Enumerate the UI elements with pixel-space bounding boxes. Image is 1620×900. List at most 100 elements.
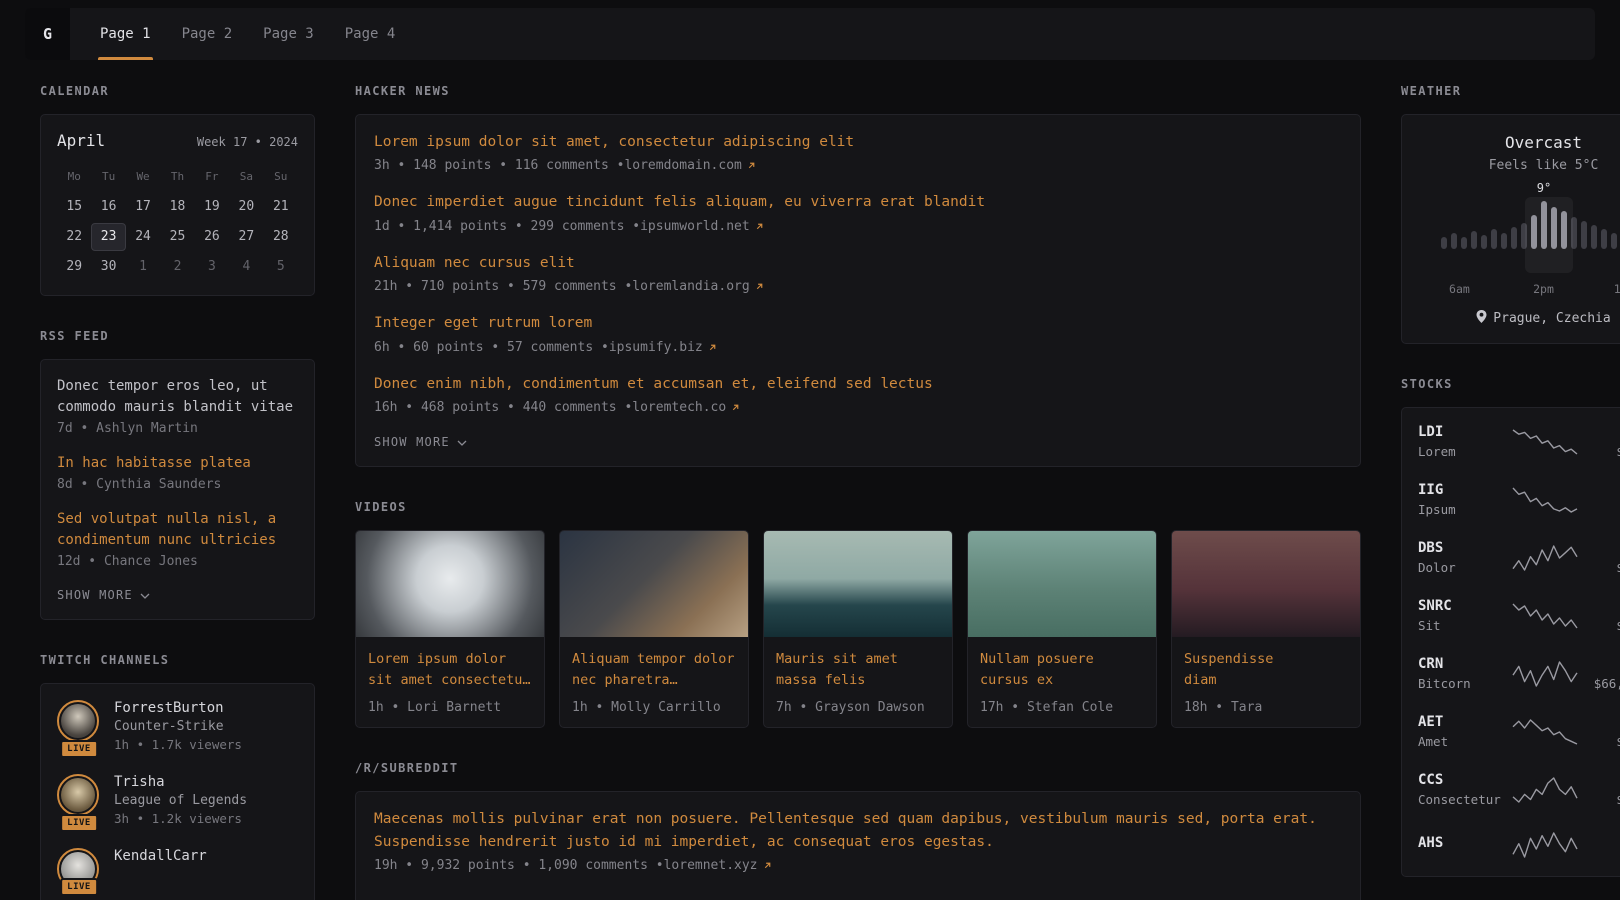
rss-item-title[interactable]: In hac habitasse platea xyxy=(57,453,298,474)
stock-sparkline xyxy=(1512,543,1578,573)
live-badge: LIVE xyxy=(60,740,98,758)
stock-values: +0.46% xyxy=(1587,836,1620,855)
rss-show-more-button[interactable]: SHOW MORE xyxy=(57,588,150,602)
video-card[interactable]: Nullam posuere cursus ex 17h • Stefan Co… xyxy=(967,530,1157,728)
hn-item-domain[interactable]: ipsumworld.net xyxy=(640,219,750,234)
channel-name[interactable]: Trisha xyxy=(114,774,165,790)
twitch-channel[interactable]: LIVE KendallCarr xyxy=(57,848,298,890)
dashboard-grid: CALENDAR April Week 17 • 2024 Mo Tu We T… xyxy=(0,60,1620,900)
video-card[interactable]: Mauris sit amet massa felis 7h • Grayson… xyxy=(763,530,953,728)
video-title[interactable]: Mauris sit amet massa felis xyxy=(776,649,940,691)
tab-page-3[interactable]: Page 3 xyxy=(261,8,316,60)
video-title[interactable]: Aliquam tempor dolor nec pharetra… xyxy=(572,649,736,691)
calendar-day: 24 xyxy=(126,223,160,251)
tab-page-1[interactable]: Page 1 xyxy=(98,8,153,60)
channel-name[interactable]: KendallCarr xyxy=(114,848,207,864)
stock-row[interactable]: AHS +0.46% xyxy=(1418,830,1620,860)
rss-item-title[interactable]: Sed volutpat nulla nisl, a condimentum n… xyxy=(57,509,298,551)
hn-item: Lorem ipsum dolor sit amet, consectetur … xyxy=(374,131,1342,173)
calendar-day: 29 xyxy=(57,253,91,281)
stock-price: $42.04 xyxy=(1587,502,1620,517)
stock-name: Ipsum xyxy=(1418,502,1503,517)
stock-row[interactable]: IIG Ipsum +2.84% $42.04 xyxy=(1418,482,1620,517)
left-column: CALENDAR April Week 17 • 2024 Mo Tu We T… xyxy=(40,84,315,900)
subreddit-section-title: /R/SUBREDDIT xyxy=(355,761,1361,775)
hn-item-title[interactable]: Aliquam nec cursus elit xyxy=(374,252,1342,274)
stock-change: +1.42% xyxy=(1587,541,1620,556)
videos-row: Lorem ipsum dolor sit amet consectetu… 1… xyxy=(355,530,1361,728)
app-logo[interactable]: G xyxy=(25,8,70,60)
hn-item-title[interactable]: Lorem ipsum dolor sit amet, consectetur … xyxy=(374,131,1342,153)
stock-values: +0.51% $165.84 xyxy=(1587,773,1620,807)
weather-time-label: 6am xyxy=(1449,282,1470,296)
page-tabs: Page 1 Page 2 Page 3 Page 4 xyxy=(98,8,397,60)
stock-ticker: CRN xyxy=(1418,656,1503,672)
stock-sparkline xyxy=(1512,659,1578,689)
stock-row[interactable]: DBS Dolor +1.42% $156.28 xyxy=(1418,540,1620,575)
rss-section-title: RSS FEED xyxy=(40,329,315,343)
hn-item-domain[interactable]: loremdomain.com xyxy=(624,158,741,173)
stock-ticker: LDI xyxy=(1418,424,1503,440)
video-thumbnail xyxy=(764,531,952,637)
live-badge: LIVE xyxy=(60,814,98,832)
channel-avatar xyxy=(57,700,99,742)
external-link-icon xyxy=(755,282,764,291)
hn-item-domain[interactable]: ipsumify.biz xyxy=(609,340,703,355)
stock-row[interactable]: SNRC Sit +1.36% $148.64 xyxy=(1418,598,1620,633)
stock-row[interactable]: AET Amet +0.92% $499.72 xyxy=(1418,714,1620,749)
stock-change: +4.35% xyxy=(1587,425,1620,440)
hn-item-title[interactable]: Donec enim nibh, condimentum et accumsan… xyxy=(374,373,1342,395)
video-card[interactable]: Suspendisse diam 18h • Tara xyxy=(1171,530,1361,728)
weather-bar-chart xyxy=(1418,197,1620,249)
video-card[interactable]: Lorem ipsum dolor sit amet consectetu… 1… xyxy=(355,530,545,728)
stock-price: $148.64 xyxy=(1587,618,1620,633)
video-thumbnail xyxy=(1172,531,1360,637)
stock-sparkline xyxy=(1512,601,1578,631)
stock-row[interactable]: CCS Consectetur +0.51% $165.84 xyxy=(1418,772,1620,807)
twitch-channel[interactable]: LIVE ForrestBurton Counter-Strike 1h • 1… xyxy=(57,700,298,752)
hn-item-meta: 6h • 60 points • 57 comments • ipsumify.… xyxy=(374,340,1342,355)
subreddit-post-title[interactable]: Maecenas mollis pulvinar erat non posuer… xyxy=(374,808,1342,853)
stock-price: $795.18 xyxy=(1587,444,1620,459)
weather-bar xyxy=(1491,229,1497,249)
video-title[interactable]: Lorem ipsum dolor sit amet consectetu… xyxy=(368,649,532,691)
rss-item-title[interactable]: Donec tempor eros leo, ut commodo mauris… xyxy=(57,376,298,418)
channel-name[interactable]: ForrestBurton xyxy=(114,700,224,716)
calendar-dow: Mo xyxy=(57,164,91,191)
video-card[interactable]: Aliquam tempor dolor nec pharetra… 1h • … xyxy=(559,530,749,728)
hn-item-meta: 3h • 148 points • 116 comments • loremdo… xyxy=(374,158,1342,173)
video-title[interactable]: Nullam posuere cursus ex xyxy=(980,649,1144,691)
calendar-day: 21 xyxy=(264,193,298,221)
hacker-news-card: Lorem ipsum dolor sit amet, consectetur … xyxy=(355,114,1361,467)
hn-show-more-button[interactable]: SHOW MORE xyxy=(374,435,467,449)
hn-item-domain[interactable]: loremlandia.org xyxy=(632,279,749,294)
rss-item-meta: 8d • Cynthia Saunders xyxy=(57,477,298,492)
subreddit-post-domain[interactable]: loremnet.xyz xyxy=(664,858,758,873)
video-body: Nullam posuere cursus ex 17h • Stefan Co… xyxy=(968,637,1156,727)
hn-item-info: 1d • 1,414 points • 299 comments • xyxy=(374,219,640,234)
stock-id: LDI Lorem xyxy=(1418,424,1503,459)
stock-sparkline xyxy=(1512,485,1578,515)
chevron-down-icon xyxy=(457,435,467,449)
video-thumbnail xyxy=(356,531,544,637)
calendar-day: 18 xyxy=(160,193,194,221)
stock-change: +0.51% xyxy=(1587,773,1620,788)
twitch-channel[interactable]: LIVE Trisha League of Legends 3h • 1.2k … xyxy=(57,774,298,826)
stocks-section-title: STOCKS xyxy=(1401,377,1620,391)
hn-item-domain[interactable]: loremtech.co xyxy=(632,400,726,415)
stock-row[interactable]: LDI Lorem +4.35% $795.18 xyxy=(1418,424,1620,459)
weather-location-label: Prague, Czechia xyxy=(1493,311,1610,326)
channel-meta: 3h • 1.2k viewers xyxy=(114,811,247,826)
hn-item-title[interactable]: Integer eget rutrum lorem xyxy=(374,312,1342,334)
tab-page-4[interactable]: Page 4 xyxy=(343,8,398,60)
stock-name: Lorem xyxy=(1418,444,1503,459)
stock-sparkline xyxy=(1512,717,1578,747)
external-link-icon xyxy=(708,343,717,352)
stock-ticker: AET xyxy=(1418,714,1503,730)
location-pin-icon xyxy=(1476,310,1487,327)
stock-row[interactable]: CRN Bitcorn -1.00% $66,171.48 xyxy=(1418,656,1620,691)
video-title[interactable]: Suspendisse diam xyxy=(1184,649,1348,691)
rss-item: Donec tempor eros leo, ut commodo mauris… xyxy=(57,376,298,436)
hn-item-title[interactable]: Donec imperdiet augue tincidunt felis al… xyxy=(374,191,1342,213)
tab-page-2[interactable]: Page 2 xyxy=(180,8,235,60)
